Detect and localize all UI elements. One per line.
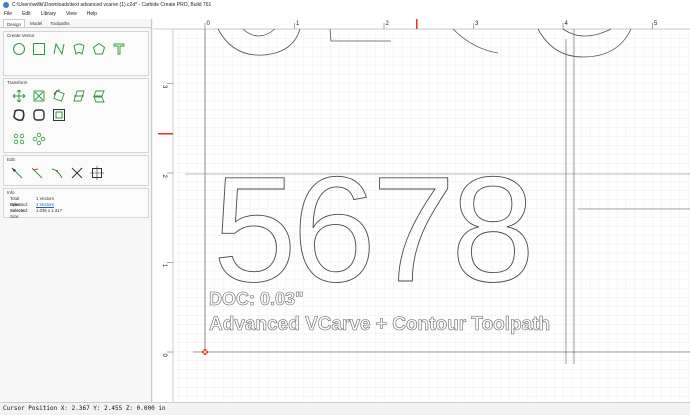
info-size-value: 1.036 x 1.317 — [36, 208, 63, 213]
fillet-icon[interactable] — [32, 108, 46, 122]
scale-icon[interactable] — [32, 89, 46, 103]
canvas-svg: 0 1 2 3 4 5 3 2 1 0 5678 DOC: 0.03" Adva… — [153, 19, 690, 402]
cursor-position-readout: Cursor Position X: 2.367 Y: 2.455 Z: 0.0… — [3, 405, 166, 412]
mirror-icon[interactable] — [72, 89, 86, 103]
info-size-label: Selected Size: — [10, 208, 27, 219]
section-title-edit: Edit — [7, 157, 15, 162]
section-title-info: Info — [7, 190, 15, 195]
cursor-x-marker — [416, 19, 418, 29]
top-ruler — [153, 19, 690, 29]
align-grid-icon[interactable] — [12, 132, 26, 146]
panel-tabs: Design Model Toolpaths — [0, 19, 151, 28]
section-edit: Edit — [3, 155, 149, 186]
cut-icon[interactable] — [70, 166, 84, 180]
circle-tool-icon[interactable] — [12, 42, 26, 56]
canvas-description-text[interactable]: Advanced VCarve + Contour Toolpath — [209, 314, 551, 336]
origin-marker-icon — [201, 348, 209, 356]
tab-toolpaths[interactable]: Toolpaths — [47, 19, 72, 27]
text-tool-icon[interactable] — [112, 42, 126, 56]
menu-bar: File Edit Library View Help — [0, 10, 690, 19]
cursor-y-marker — [158, 133, 173, 135]
tab-model[interactable]: Model — [27, 19, 45, 27]
section-title-create-vector: Create Vector — [7, 33, 35, 38]
circular-array-icon[interactable] — [32, 132, 46, 146]
canvas-numbers-text[interactable]: 5678 — [213, 145, 536, 314]
app-icon — [3, 2, 9, 8]
trim-icon[interactable] — [30, 166, 44, 180]
menu-file[interactable]: File — [4, 10, 12, 19]
menu-edit[interactable]: Edit — [22, 10, 31, 19]
canvas-doc-text[interactable]: DOC: 0.03" — [209, 289, 304, 310]
menu-view[interactable]: View — [66, 10, 77, 19]
menu-library[interactable]: Library — [41, 10, 56, 19]
menu-help[interactable]: Help — [87, 10, 97, 19]
section-create-vector: Create Vector — [3, 31, 149, 76]
move-icon[interactable] — [12, 89, 26, 103]
section-transform: Transform — [3, 78, 149, 153]
skew-icon[interactable] — [92, 89, 106, 103]
section-title-transform: Transform — [7, 80, 28, 85]
node-edit-icon[interactable] — [10, 166, 24, 180]
window-title: C:\Users\willki\Downloads\text advanced … — [12, 2, 212, 8]
info-selected-size: Selected Size: 1.036 x 1.317 — [4, 208, 148, 219]
tab-design[interactable]: Design — [3, 19, 26, 27]
curve-tool-icon[interactable] — [72, 42, 86, 56]
polygon-tool-icon[interactable] — [92, 42, 106, 56]
offset-icon[interactable] — [12, 108, 26, 122]
boolean-icon[interactable] — [90, 166, 104, 180]
status-bar: Cursor Position X: 2.367 Y: 2.455 Z: 0.0… — [0, 402, 690, 414]
rectangle-tool-icon[interactable] — [32, 42, 46, 56]
polyline-tool-icon[interactable] — [52, 42, 66, 56]
left-ruler — [153, 19, 173, 402]
design-canvas[interactable]: 0 1 2 3 4 5 3 2 1 0 5678 DOC: 0.03" Adva… — [153, 19, 690, 402]
title-bar: C:\Users\willki\Downloads\text advanced … — [0, 0, 690, 10]
join-icon[interactable] — [50, 166, 64, 180]
inset-icon[interactable] — [52, 108, 66, 122]
rotate-icon[interactable] — [52, 89, 66, 103]
left-panel: Design Model Toolpaths Create Vector Tra… — [0, 19, 152, 402]
section-info: Info Total Selected: 1 Vectors Open Sele… — [3, 188, 149, 219]
